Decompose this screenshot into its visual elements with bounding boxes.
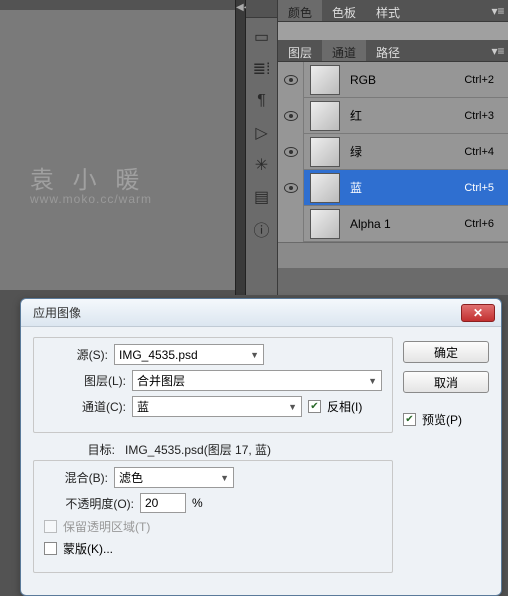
- channel-shortcut: Ctrl+6: [464, 218, 500, 230]
- channel-row-rgb[interactable]: RGB Ctrl+2: [278, 62, 508, 98]
- panel-menu-icon[interactable]: ▾≡: [488, 0, 508, 21]
- preserve-transparency-label: 保留透明区域(T): [63, 518, 150, 535]
- channel-row-blue[interactable]: 蓝 Ctrl+5: [278, 170, 508, 206]
- eye-icon: [284, 75, 298, 85]
- layer-label: 图层(L):: [44, 372, 126, 389]
- watermark-sub: www.moko.cc/warm: [30, 192, 152, 206]
- dialog-main: 源(S): IMG_4535.psd 图层(L): 合并图层 通道(C): 蓝 …: [33, 337, 393, 581]
- visibility-toggle[interactable]: [278, 62, 304, 98]
- eye-icon: [284, 183, 298, 193]
- invert-label: 反相(I): [327, 398, 362, 415]
- channel-label: 通道(C):: [44, 398, 126, 415]
- top-panel-tabs: 颜色 色板 样式 ▾≡: [278, 0, 508, 22]
- layer-panel-tabs: 图层 通道 路径 ▾≡: [278, 40, 508, 62]
- canvas-area: 袁 小 暖 www.moko.cc/warm: [0, 10, 235, 290]
- channel-shortcut: Ctrl+3: [464, 110, 500, 122]
- blend-label: 混合(B):: [44, 469, 108, 486]
- ok-button[interactable]: 确定: [403, 341, 489, 363]
- blend-select[interactable]: 滤色: [114, 467, 234, 488]
- channel-thumb: [310, 173, 340, 203]
- eye-icon: [284, 111, 298, 121]
- target-value: IMG_4535.psd(图层 17, 蓝): [121, 441, 271, 458]
- mask-label: 蒙版(K)...: [63, 540, 113, 557]
- cancel-button[interactable]: 取消: [403, 371, 489, 393]
- blend-value: 滤色: [119, 469, 143, 486]
- channel-value: 蓝: [137, 398, 149, 415]
- channel-shortcut: Ctrl+4: [464, 146, 500, 158]
- opacity-input[interactable]: [140, 493, 186, 513]
- eye-icon: [284, 147, 298, 157]
- cancel-label: 取消: [434, 374, 458, 391]
- tab-styles[interactable]: 样式: [366, 0, 410, 21]
- visibility-toggle[interactable]: [278, 134, 304, 170]
- source-select[interactable]: IMG_4535.psd: [114, 344, 264, 365]
- channel-thumb: [310, 137, 340, 167]
- visibility-toggle[interactable]: [278, 170, 304, 206]
- channel-row-green[interactable]: 绿 Ctrl+4: [278, 134, 508, 170]
- channel-name: 蓝: [346, 179, 464, 196]
- source-label: 源(S):: [44, 346, 108, 363]
- invert-checkbox[interactable]: [308, 400, 321, 413]
- watermark-main: 袁 小 暖: [30, 160, 145, 195]
- channels-panel: RGB Ctrl+2 红 Ctrl+3 绿 Ctrl+4 蓝 Ctrl+5 Al…: [278, 62, 508, 268]
- preserve-transparency-checkbox: [44, 520, 57, 533]
- panel-icon-1[interactable]: ▭: [249, 24, 275, 50]
- collapse-arrow-icon: ◀◀: [236, 0, 245, 13]
- channel-name: 红: [346, 107, 464, 124]
- play-icon[interactable]: ▷: [249, 120, 275, 146]
- channel-shortcut: Ctrl+5: [464, 182, 500, 194]
- source-fieldset: 源(S): IMG_4535.psd 图层(L): 合并图层 通道(C): 蓝 …: [33, 337, 393, 433]
- panel-collapse-bar[interactable]: ◀◀: [235, 0, 246, 295]
- tab-paths[interactable]: 路径: [366, 40, 410, 61]
- tab-channels[interactable]: 通道: [322, 40, 366, 61]
- channel-thumb: [310, 101, 340, 131]
- color-panel-body: [278, 22, 508, 40]
- tab-swatches[interactable]: 色板: [322, 0, 366, 21]
- ok-label: 确定: [434, 344, 458, 361]
- visibility-toggle[interactable]: [278, 206, 304, 242]
- dialog-titlebar[interactable]: 应用图像 ✕: [21, 299, 501, 327]
- channel-empty-area: [278, 242, 508, 268]
- preview-checkbox[interactable]: [403, 413, 416, 426]
- channel-name: RGB: [346, 73, 464, 87]
- channel-thumb: [310, 65, 340, 95]
- opacity-unit: %: [192, 496, 203, 510]
- dialog-title: 应用图像: [27, 304, 81, 321]
- info-icon[interactable]: ⓘ: [249, 216, 275, 242]
- channel-name: 绿: [346, 143, 464, 160]
- target-label: 目标:: [33, 441, 115, 458]
- tool-column-header: [246, 0, 277, 18]
- preview-label: 预览(P): [422, 411, 462, 428]
- channel-row-red[interactable]: 红 Ctrl+3: [278, 98, 508, 134]
- paragraph-icon[interactable]: ¶: [249, 88, 275, 114]
- channel-shortcut: Ctrl+2: [464, 74, 500, 86]
- histogram-icon[interactable]: ▤: [249, 184, 275, 210]
- channel-row-alpha1[interactable]: Alpha 1 Ctrl+6: [278, 206, 508, 242]
- apply-image-dialog: 应用图像 ✕ 源(S): IMG_4535.psd 图层(L): 合并图层 通道…: [20, 298, 502, 596]
- opacity-label: 不透明度(O):: [44, 495, 134, 512]
- layer-select[interactable]: 合并图层: [132, 370, 382, 391]
- panels-area: 颜色 色板 样式 ▾≡ 图层 通道 路径 ▾≡ RGB Ctrl+2 红 Ctr…: [278, 0, 508, 295]
- tab-layers[interactable]: 图层: [278, 40, 322, 61]
- source-value: IMG_4535.psd: [119, 348, 198, 362]
- visibility-toggle[interactable]: [278, 98, 304, 134]
- channel-name: Alpha 1: [346, 217, 464, 231]
- blend-fieldset: 混合(B): 滤色 不透明度(O): % 保留透明区域(T) 蒙版(K)...: [33, 460, 393, 573]
- brushes-icon[interactable]: ≣⁞: [249, 56, 275, 82]
- channel-select[interactable]: 蓝: [132, 396, 302, 417]
- mask-checkbox[interactable]: [44, 542, 57, 555]
- tool-column: ▭ ≣⁞ ¶ ▷ ✳ ▤ ⓘ: [246, 0, 278, 295]
- channel-thumb: [310, 209, 340, 239]
- close-button[interactable]: ✕: [461, 304, 495, 322]
- close-icon: ✕: [473, 306, 483, 320]
- navigator-icon[interactable]: ✳: [249, 152, 275, 178]
- dialog-buttons: 确定 取消 预览(P): [403, 337, 489, 581]
- layer-value: 合并图层: [137, 372, 185, 389]
- tab-color[interactable]: 颜色: [278, 0, 322, 21]
- layer-panel-menu-icon[interactable]: ▾≡: [488, 40, 508, 61]
